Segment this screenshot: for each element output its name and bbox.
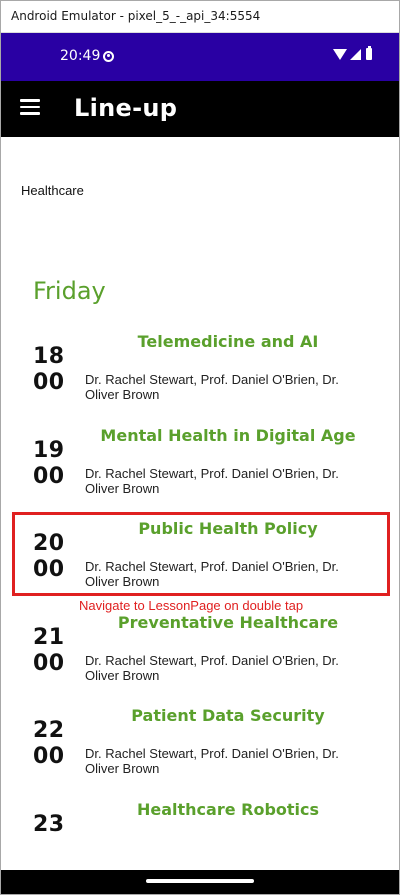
page-title: Line-up xyxy=(74,94,178,122)
category-label: Healthcare xyxy=(21,183,84,198)
app-bar: Line-up xyxy=(1,81,399,137)
session-hour: 18 xyxy=(33,344,65,369)
day-heading: Friday xyxy=(33,277,106,305)
session-item[interactable]: 22 00 Patient Data Security Dr. Rachel S… xyxy=(1,706,399,796)
session-item[interactable]: 19 00 Mental Health in Digital Age Dr. R… xyxy=(1,426,399,516)
session-hour: 23 xyxy=(33,812,65,837)
window-titlebar: Android Emulator - pixel_5_-_api_34:5554 xyxy=(1,1,399,33)
circle-status-icon xyxy=(103,51,114,62)
window-title: Android Emulator - pixel_5_-_api_34:5554 xyxy=(11,9,261,23)
session-item[interactable]: 23 Healthcare Robotics xyxy=(1,800,399,860)
session-title: Preventative Healthcare xyxy=(117,613,339,632)
session-item[interactable]: 21 00 Preventative Healthcare Dr. Rachel… xyxy=(1,613,399,703)
session-speakers: Dr. Rachel Stewart, Prof. Daniel O'Brien… xyxy=(85,746,339,776)
status-icons xyxy=(333,46,372,60)
session-title: Patient Data Security xyxy=(131,706,325,725)
session-minutes: 00 xyxy=(33,744,65,769)
android-status-bar: 20:49 xyxy=(1,33,399,81)
session-minutes: 00 xyxy=(33,464,65,489)
session-title: Telemedicine and AI xyxy=(137,332,319,351)
status-time: 20:49 xyxy=(60,48,101,64)
highlight-box xyxy=(12,512,390,596)
android-nav-bar xyxy=(1,870,399,894)
signal-icon xyxy=(350,48,361,60)
session-hour: 22 xyxy=(33,718,65,743)
session-item[interactable]: 18 00 Telemedicine and AI Dr. Rachel Ste… xyxy=(1,332,399,422)
session-hour: 21 xyxy=(33,625,65,650)
session-title: Healthcare Robotics xyxy=(136,800,320,819)
session-title: Mental Health in Digital Age xyxy=(100,426,356,445)
double-tap-annotation: Navigate to LessonPage on double tap xyxy=(79,598,304,613)
emulator-window: Android Emulator - pixel_5_-_api_34:5554… xyxy=(0,0,400,895)
session-speakers: Dr. Rachel Stewart, Prof. Daniel O'Brien… xyxy=(85,466,339,496)
session-speakers: Dr. Rachel Stewart, Prof. Daniel O'Brien… xyxy=(85,653,339,683)
session-minutes: 00 xyxy=(33,370,65,395)
session-minutes: 00 xyxy=(33,651,65,676)
battery-icon xyxy=(366,46,372,60)
home-gesture-handle[interactable] xyxy=(146,879,254,883)
session-hour: 19 xyxy=(33,438,65,463)
wifi-icon xyxy=(333,48,347,60)
hamburger-menu-icon[interactable] xyxy=(20,99,40,115)
session-speakers: Dr. Rachel Stewart, Prof. Daniel O'Brien… xyxy=(85,372,339,402)
